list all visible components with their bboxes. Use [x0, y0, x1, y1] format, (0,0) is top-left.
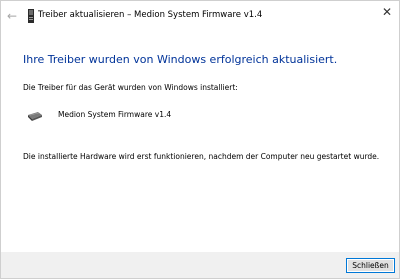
close-icon[interactable]: ✕: [375, 1, 399, 23]
dialog-footer: Schließen: [1, 252, 399, 278]
window-title: Treiber aktualisieren – Medion System Fi…: [38, 10, 263, 20]
close-button[interactable]: Schließen: [346, 258, 395, 273]
installed-drivers-label: Die Treiber für das Gerät wurden von Win…: [23, 83, 238, 92]
title-bar: ← Treiber aktualisieren – Medion System …: [1, 1, 399, 31]
device-manager-icon: [28, 9, 34, 23]
restart-note: Die installierte Hardware wird erst funk…: [23, 152, 380, 161]
driver-update-dialog: ← Treiber aktualisieren – Medion System …: [0, 0, 400, 279]
device-chip-icon: [28, 112, 42, 121]
device-name: Medion System Firmware v1.4: [58, 110, 172, 119]
back-arrow-icon[interactable]: ←: [4, 8, 20, 24]
success-heading: Ihre Treiber wurden von Windows erfolgre…: [23, 53, 338, 66]
